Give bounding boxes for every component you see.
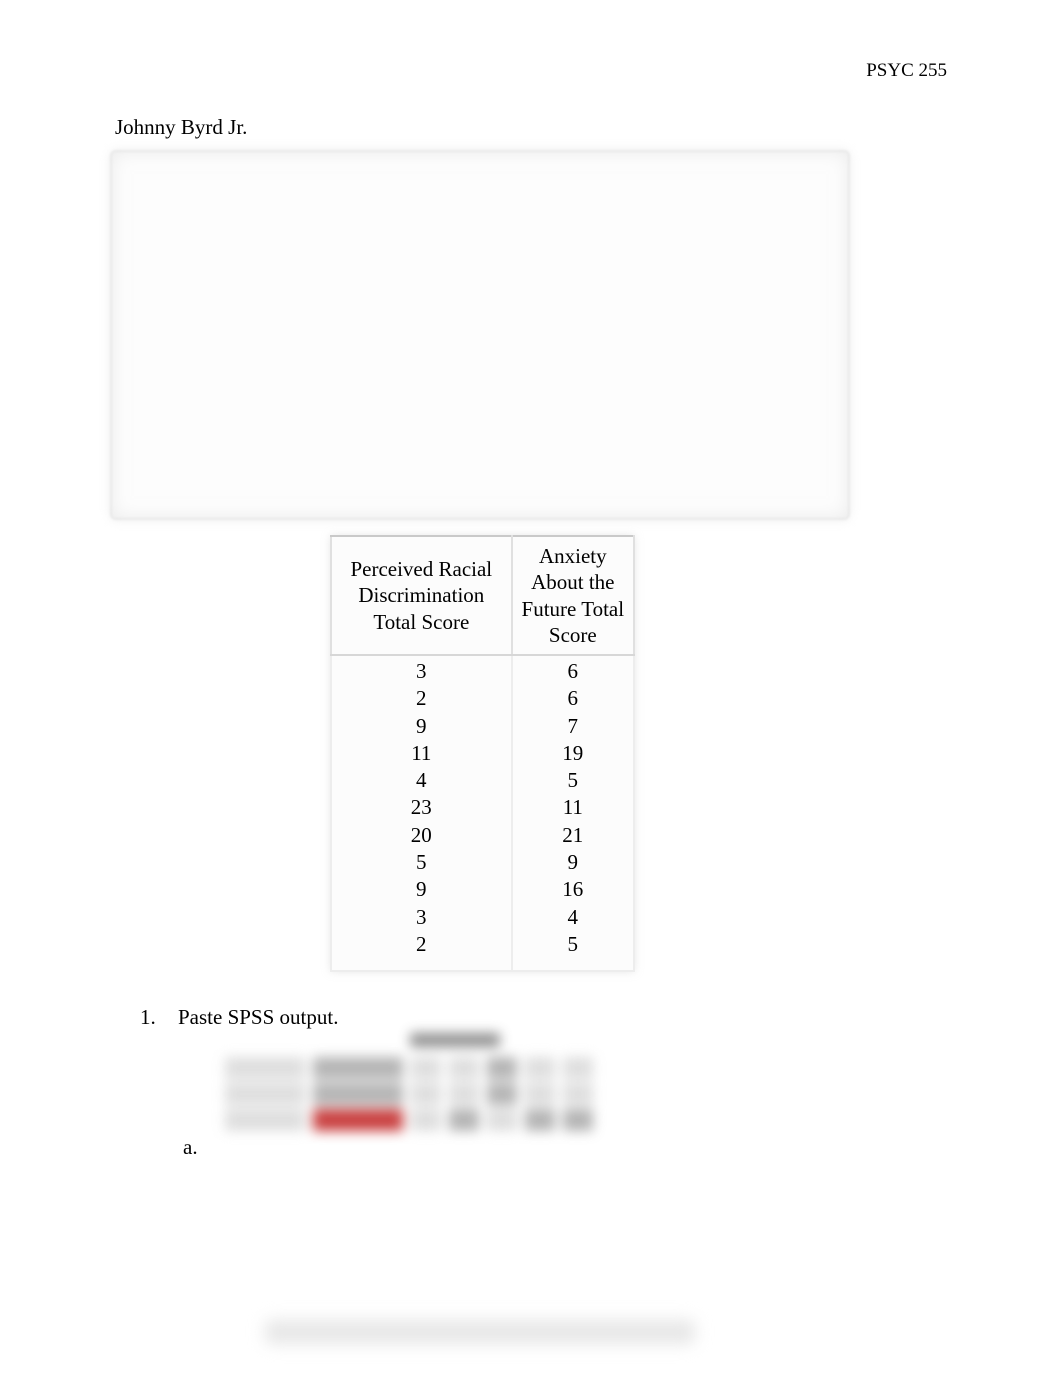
question-1a-letter: a. — [183, 1135, 198, 1160]
blurred-footer — [265, 1320, 695, 1344]
data-value: 5 — [568, 767, 579, 794]
question-text: Paste SPSS output. — [178, 1005, 338, 1030]
data-value: 23 — [411, 794, 432, 821]
data-value: 11 — [411, 740, 431, 767]
data-value: 9 — [568, 849, 579, 876]
data-table: Perceived Racial Discrimination Total Sc… — [330, 535, 635, 972]
data-value: 5 — [568, 931, 579, 958]
data-value: 6 — [568, 685, 579, 712]
data-value: 9 — [416, 876, 427, 903]
table-header-row: Perceived Racial Discrimination Total Sc… — [331, 536, 634, 655]
data-value: 16 — [562, 876, 583, 903]
column-header-anxiety: Anxiety About the Future Total Score — [512, 536, 634, 655]
data-value: 2 — [416, 931, 427, 958]
data-value: 5 — [416, 849, 427, 876]
course-code: PSYC 255 — [866, 60, 947, 82]
table-row: 3 2 9 11 4 23 20 5 9 3 2 6 — [331, 655, 634, 971]
table-cell-perceived: 3 2 9 11 4 23 20 5 9 3 2 — [331, 655, 512, 971]
author-name: Johnny Byrd Jr. — [115, 115, 247, 140]
data-value: 19 — [562, 740, 583, 767]
blurred-content-box — [110, 150, 850, 520]
data-value: 2 — [416, 685, 427, 712]
data-value: 3 — [416, 658, 427, 685]
data-value: 3 — [416, 904, 427, 931]
data-value: 11 — [563, 794, 583, 821]
data-value: 4 — [568, 904, 579, 931]
data-value: 7 — [568, 713, 579, 740]
question-1: 1. Paste SPSS output. — [140, 1005, 338, 1030]
data-value: 9 — [416, 713, 427, 740]
column-header-perceived: Perceived Racial Discrimination Total Sc… — [331, 536, 512, 655]
question-number: 1. — [140, 1005, 164, 1030]
blurred-spss-output — [225, 1033, 685, 1153]
data-value: 4 — [416, 767, 427, 794]
data-value: 21 — [562, 822, 583, 849]
question-list: 1. Paste SPSS output. — [140, 1005, 338, 1030]
data-value: 6 — [568, 658, 579, 685]
data-table-container: Perceived Racial Discrimination Total Sc… — [330, 535, 635, 972]
data-value: 20 — [411, 822, 432, 849]
table-cell-anxiety: 6 6 7 19 5 11 21 9 16 4 5 — [512, 655, 634, 971]
